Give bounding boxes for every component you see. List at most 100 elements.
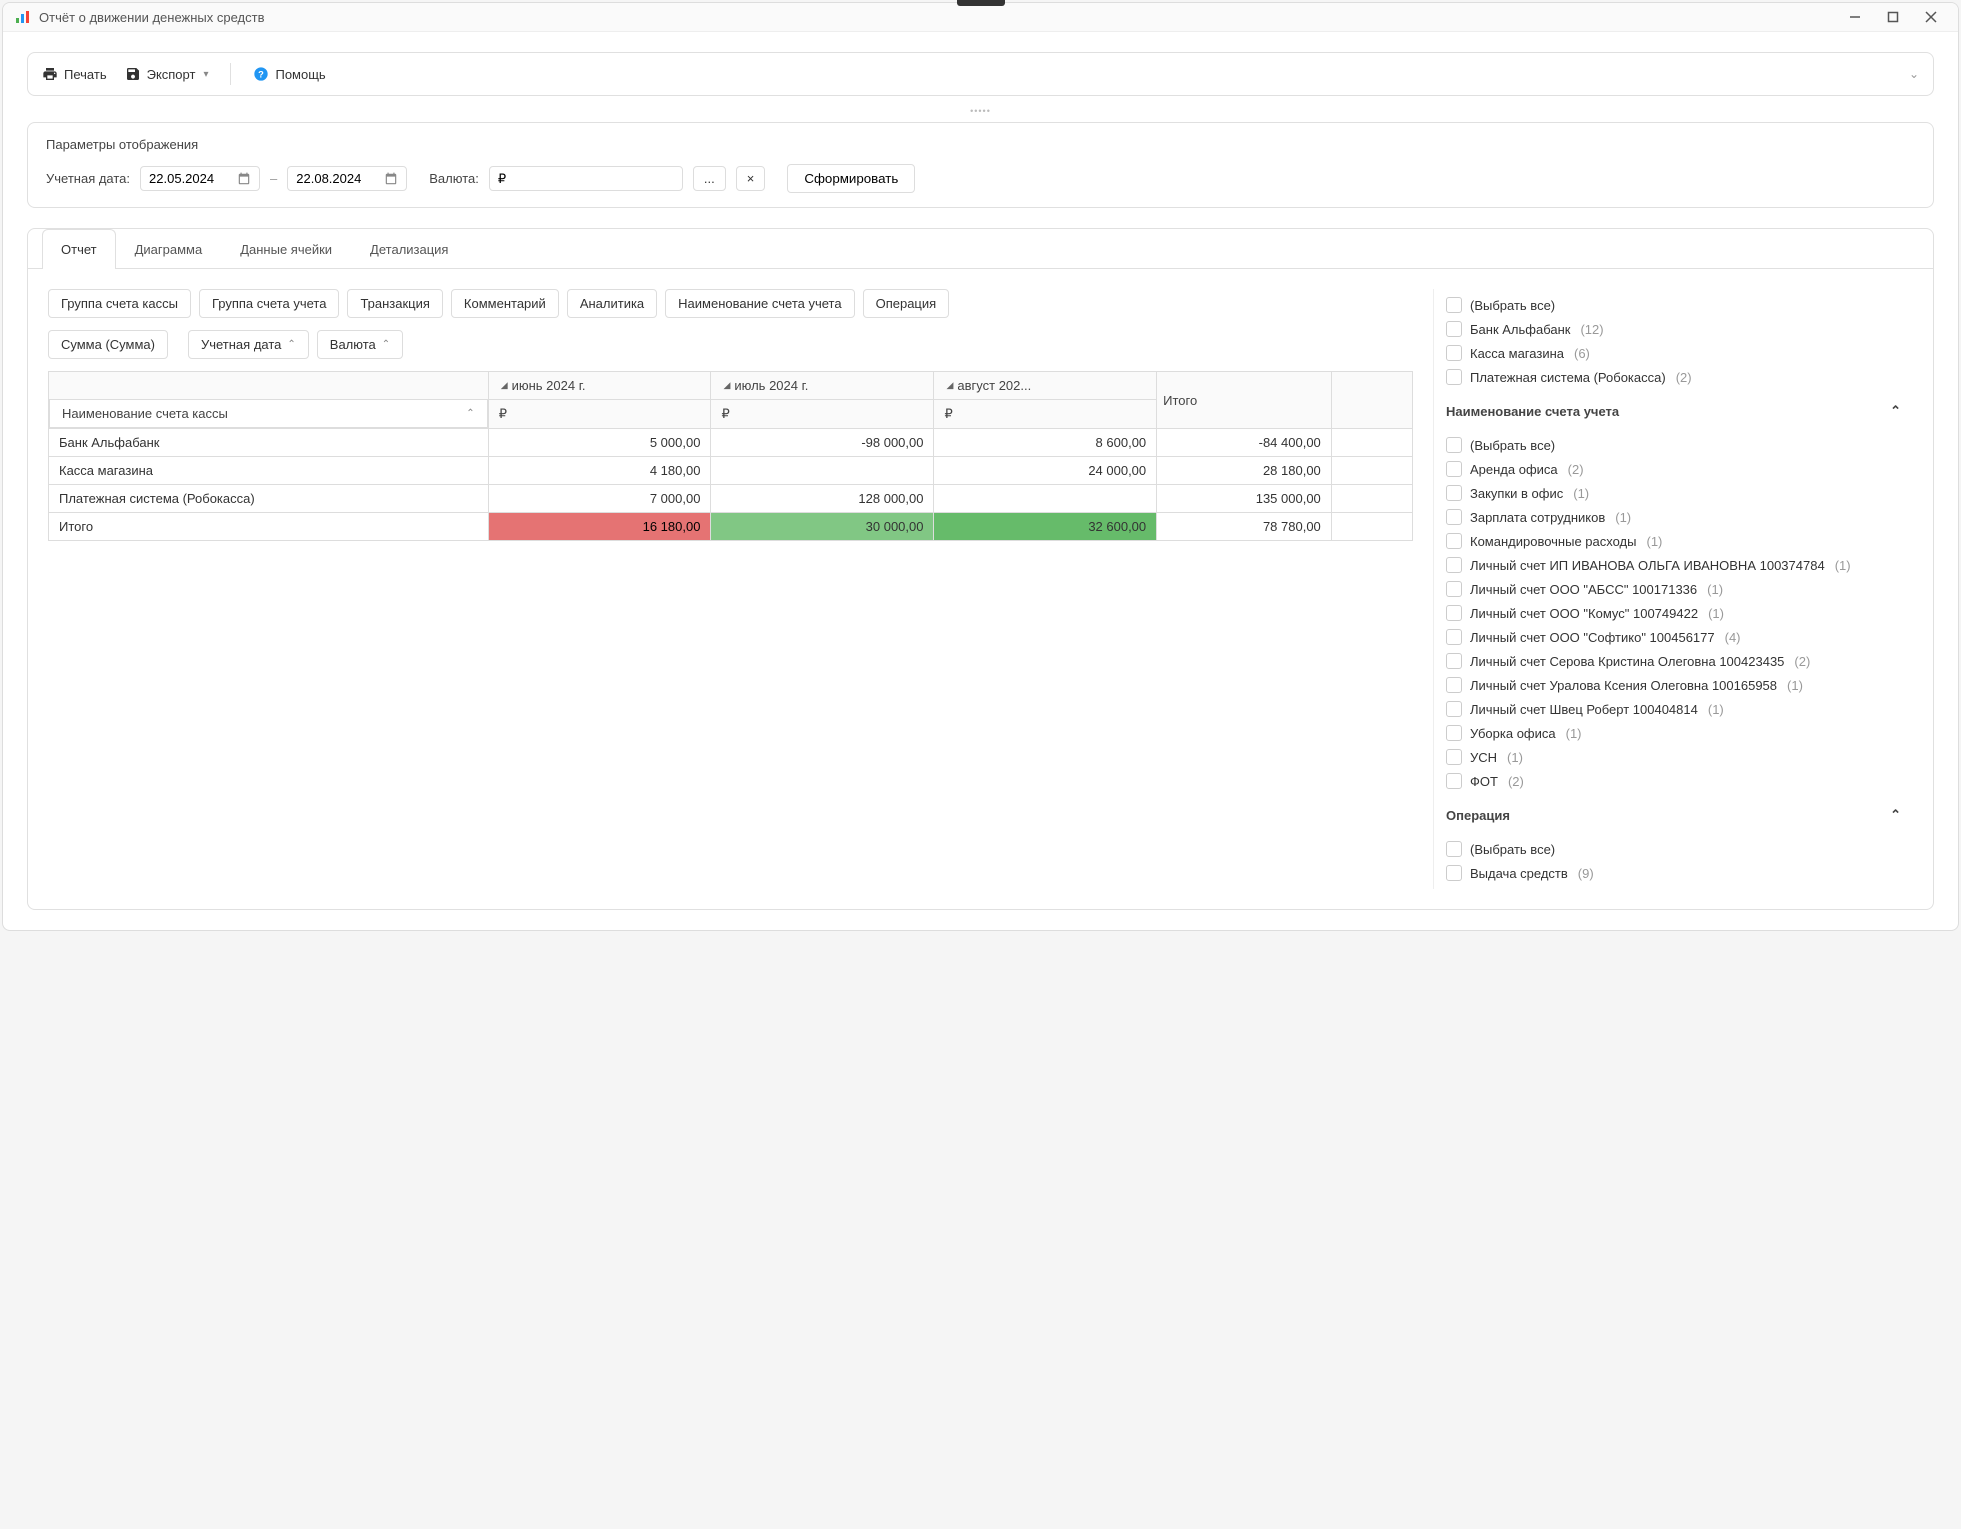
filter-checkbox[interactable]: [1446, 321, 1462, 337]
sort-asc-icon: ⌃: [287, 339, 295, 350]
filter-checkbox[interactable]: [1446, 677, 1462, 693]
tab-cell-data[interactable]: Данные ячейки: [221, 229, 351, 269]
filter-item[interactable]: ФОТ(2): [1446, 769, 1901, 793]
date-from-input[interactable]: [140, 166, 260, 191]
filter-checkbox[interactable]: [1446, 461, 1462, 477]
col-dim-currency[interactable]: Валюта ⌃: [317, 330, 403, 359]
filter-section-operation[interactable]: Операция ⌃: [1434, 797, 1913, 833]
tab-report[interactable]: Отчет: [42, 229, 116, 269]
filter-count: (1): [1707, 582, 1723, 597]
table-row[interactable]: Банк Альфабанк 5 000,00 -98 000,00 8 600…: [49, 429, 1413, 457]
filter-item[interactable]: Закупки в офис(1): [1446, 481, 1901, 505]
filter-count: (1): [1647, 534, 1663, 549]
filter-label: (Выбрать все): [1470, 298, 1555, 313]
date-to-field[interactable]: [296, 171, 376, 186]
maximize-button[interactable]: [1886, 10, 1900, 24]
field-tag[interactable]: Транзакция: [347, 289, 442, 318]
filter-checkbox[interactable]: [1446, 629, 1462, 645]
filter-item[interactable]: (Выбрать все): [1446, 293, 1901, 317]
filter-checkbox[interactable]: [1446, 297, 1462, 313]
print-button[interactable]: Печать: [42, 66, 107, 82]
filter-list-top: (Выбрать все)Банк Альфабанк(12)Касса маг…: [1434, 289, 1913, 393]
filter-item[interactable]: Платежная система (Робокасса)(2): [1446, 365, 1901, 389]
currency-field[interactable]: [498, 171, 674, 186]
filter-section-account-name[interactable]: Наименование счета учета ⌃: [1434, 393, 1913, 429]
currency-clear-button[interactable]: ×: [736, 166, 766, 191]
total-row[interactable]: Итого 16 180,00 30 000,00 32 600,00 78 7…: [49, 513, 1413, 541]
filter-item[interactable]: (Выбрать все): [1446, 433, 1901, 457]
filter-checkbox[interactable]: [1446, 773, 1462, 789]
tab-detail[interactable]: Детализация: [351, 229, 467, 269]
filter-item[interactable]: Личный счет Серова Кристина Олеговна 100…: [1446, 649, 1901, 673]
field-tag[interactable]: Группа счета кассы: [48, 289, 191, 318]
filter-checkbox[interactable]: [1446, 653, 1462, 669]
collapse-icon: ◢: [946, 380, 953, 391]
filter-checkbox[interactable]: [1446, 485, 1462, 501]
tab-chart[interactable]: Диаграмма: [116, 229, 222, 269]
filter-checkbox[interactable]: [1446, 345, 1462, 361]
filter-checkbox[interactable]: [1446, 725, 1462, 741]
month-header[interactable]: ◢июль 2024 г.: [717, 374, 927, 397]
filter-checkbox[interactable]: [1446, 865, 1462, 881]
filter-label: Личный счет Серова Кристина Олеговна 100…: [1470, 654, 1784, 669]
filter-checkbox[interactable]: [1446, 533, 1462, 549]
calendar-icon[interactable]: [237, 172, 251, 186]
filter-label: Банк Альфабанк: [1470, 322, 1570, 337]
field-tag[interactable]: Группа счета учета: [199, 289, 340, 318]
filter-checkbox[interactable]: [1446, 509, 1462, 525]
table-row[interactable]: Платежная система (Робокасса) 7 000,00 1…: [49, 485, 1413, 513]
row-dim-label: Наименование счета кассы: [62, 406, 228, 421]
filter-item[interactable]: Личный счет ООО "АБСС" 100171336(1): [1446, 577, 1901, 601]
date-from-field[interactable]: [149, 171, 229, 186]
date-label: Учетная дата:: [46, 171, 130, 186]
field-tag[interactable]: Наименование счета учета: [665, 289, 854, 318]
filter-item[interactable]: Касса магазина (6): [1446, 341, 1901, 365]
filter-item[interactable]: (Выбрать все): [1446, 837, 1901, 861]
filter-checkbox[interactable]: [1446, 369, 1462, 385]
filter-label: Касса магазина: [1470, 346, 1564, 361]
filter-label: Платежная система (Робокасса): [1470, 370, 1666, 385]
filter-item[interactable]: Зарплата сотрудников(1): [1446, 505, 1901, 529]
filter-item[interactable]: Аренда офиса(2): [1446, 457, 1901, 481]
filter-checkbox[interactable]: [1446, 841, 1462, 857]
measure-tag[interactable]: Сумма (Сумма): [48, 330, 168, 359]
filter-item[interactable]: Командировочные расходы(1): [1446, 529, 1901, 553]
filter-count: (6): [1574, 346, 1590, 361]
export-label: Экспорт: [147, 67, 196, 82]
filter-item[interactable]: Личный счет Уралова Ксения Олеговна 1001…: [1446, 673, 1901, 697]
filter-item[interactable]: Уборка офиса(1): [1446, 721, 1901, 745]
field-tag[interactable]: Операция: [863, 289, 950, 318]
filter-checkbox[interactable]: [1446, 581, 1462, 597]
minimize-button[interactable]: [1848, 10, 1862, 24]
calendar-icon[interactable]: [384, 172, 398, 186]
filter-checkbox[interactable]: [1446, 437, 1462, 453]
filter-checkbox[interactable]: [1446, 701, 1462, 717]
field-tag[interactable]: Комментарий: [451, 289, 559, 318]
filter-item[interactable]: Личный счет ИП ИВАНОВА ОЛЬГА ИВАНОВНА 10…: [1446, 553, 1901, 577]
filter-item[interactable]: УСН(1): [1446, 745, 1901, 769]
filter-item[interactable]: Банк Альфабанк(12): [1446, 317, 1901, 341]
export-button[interactable]: Экспорт ▾: [125, 66, 209, 82]
currency-more-button[interactable]: ...: [693, 166, 726, 191]
filter-checkbox[interactable]: [1446, 749, 1462, 765]
generate-button[interactable]: Сформировать: [787, 164, 915, 193]
date-to-input[interactable]: [287, 166, 407, 191]
currency-input[interactable]: [489, 166, 683, 192]
filter-item[interactable]: Личный счет ООО "Комус" 100749422(1): [1446, 601, 1901, 625]
filter-item[interactable]: Выдача средств(9): [1446, 861, 1901, 885]
filter-item[interactable]: Личный счет ООО "Софтико" 100456177(4): [1446, 625, 1901, 649]
panel-splitter[interactable]: •••••: [27, 106, 1934, 116]
month-header[interactable]: ◢июнь 2024 г.: [495, 374, 705, 397]
row-dim-header[interactable]: Наименование счета кассы ⌃: [49, 399, 488, 428]
filter-item[interactable]: Личный счет Швец Роберт 100404814(1): [1446, 697, 1901, 721]
month-header[interactable]: ◢август 202...: [940, 374, 1150, 397]
close-button[interactable]: [1924, 10, 1938, 24]
table-row[interactable]: Касса магазина 4 180,00 24 000,00 28 180…: [49, 457, 1413, 485]
filter-checkbox[interactable]: [1446, 605, 1462, 621]
filter-checkbox[interactable]: [1446, 557, 1462, 573]
help-button[interactable]: ? Помощь: [253, 66, 325, 82]
col-dim-date[interactable]: Учетная дата ⌃: [188, 330, 309, 359]
filter-list-operation: (Выбрать все)Выдача средств(9): [1434, 833, 1913, 889]
field-tag[interactable]: Аналитика: [567, 289, 657, 318]
toolbar-collapse-icon[interactable]: ⌄: [1909, 67, 1919, 81]
